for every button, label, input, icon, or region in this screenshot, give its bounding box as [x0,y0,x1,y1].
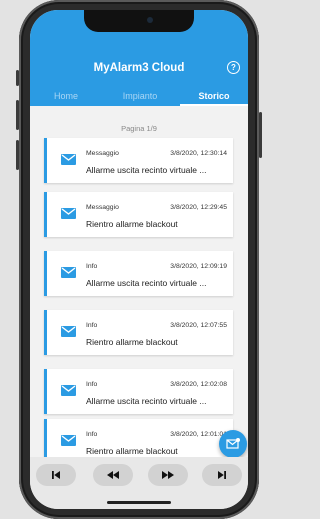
tab-home[interactable]: Home [38,87,94,106]
message-type: Info [86,381,98,388]
help-icon[interactable]: ? [227,61,240,74]
message-text: Allarme uscita recinto virtuale ... [86,165,207,175]
skip-last-icon [218,471,226,479]
message-date: 3/8/2020, 12:29:45 [170,204,227,211]
volume-down-button [16,140,19,170]
camera-icon [147,17,153,23]
last-page-button[interactable] [202,464,242,486]
mail-icon [61,154,76,165]
mail-icon [61,267,76,278]
message-text: Rientro allarme blackout [86,446,178,456]
app-header: MyAlarm3 Cloud ? Home Impianto Storico [30,10,248,106]
compose-mail-icon [226,438,240,449]
next-page-button[interactable] [148,464,188,486]
message-date: 3/8/2020, 12:01:01 [170,431,227,438]
message-date: 3/8/2020, 12:09:19 [170,263,227,270]
skip-first-icon [52,471,60,479]
screen: MyAlarm3 Cloud ? Home Impianto Storico P… [30,10,248,509]
volume-up-button [16,100,19,130]
message-date: 3/8/2020, 12:07:55 [170,322,227,329]
previous-page-button[interactable] [93,464,133,486]
active-tab-indicator [180,104,248,106]
message-type: Info [86,322,98,329]
rewind-icon [107,471,119,479]
fast-forward-icon [162,471,174,479]
power-button [259,112,262,158]
message-text: Rientro allarme blackout [86,219,178,229]
message-type: Info [86,263,98,270]
app-title: MyAlarm3 Cloud [93,62,185,74]
first-page-button[interactable] [36,464,76,486]
message-card[interactable]: Messaggio 3/8/2020, 12:29:45 Rientro all… [44,192,233,237]
home-indicator [107,501,171,504]
message-date: 3/8/2020, 12:02:08 [170,381,227,388]
tab-impianto[interactable]: Impianto [106,87,174,106]
compose-mail-button[interactable] [219,430,247,458]
message-card[interactable]: Info 3/8/2020, 12:02:08 Allarme uscita r… [44,369,233,414]
message-card[interactable]: Messaggio 3/8/2020, 12:30:14 Allarme usc… [44,138,233,183]
notch [84,10,194,32]
mail-icon [61,208,76,219]
message-type: Info [86,431,98,438]
mail-icon [61,326,76,337]
message-text: Allarme uscita recinto virtuale ... [86,278,207,288]
message-text: Rientro allarme blackout [86,337,178,347]
pagination-label: Pagina 1/9 [121,124,157,133]
message-type: Messaggio [86,150,119,157]
message-text: Allarme uscita recinto virtuale ... [86,396,207,406]
message-type: Messaggio [86,204,119,211]
mail-icon [61,435,76,446]
message-card[interactable]: Info 3/8/2020, 12:07:55 Rientro allarme … [44,310,233,355]
mute-switch [16,70,19,86]
message-date: 3/8/2020, 12:30:14 [170,150,227,157]
message-card[interactable]: Info 3/8/2020, 12:09:19 Allarme uscita r… [44,251,233,296]
mail-icon [61,385,76,396]
